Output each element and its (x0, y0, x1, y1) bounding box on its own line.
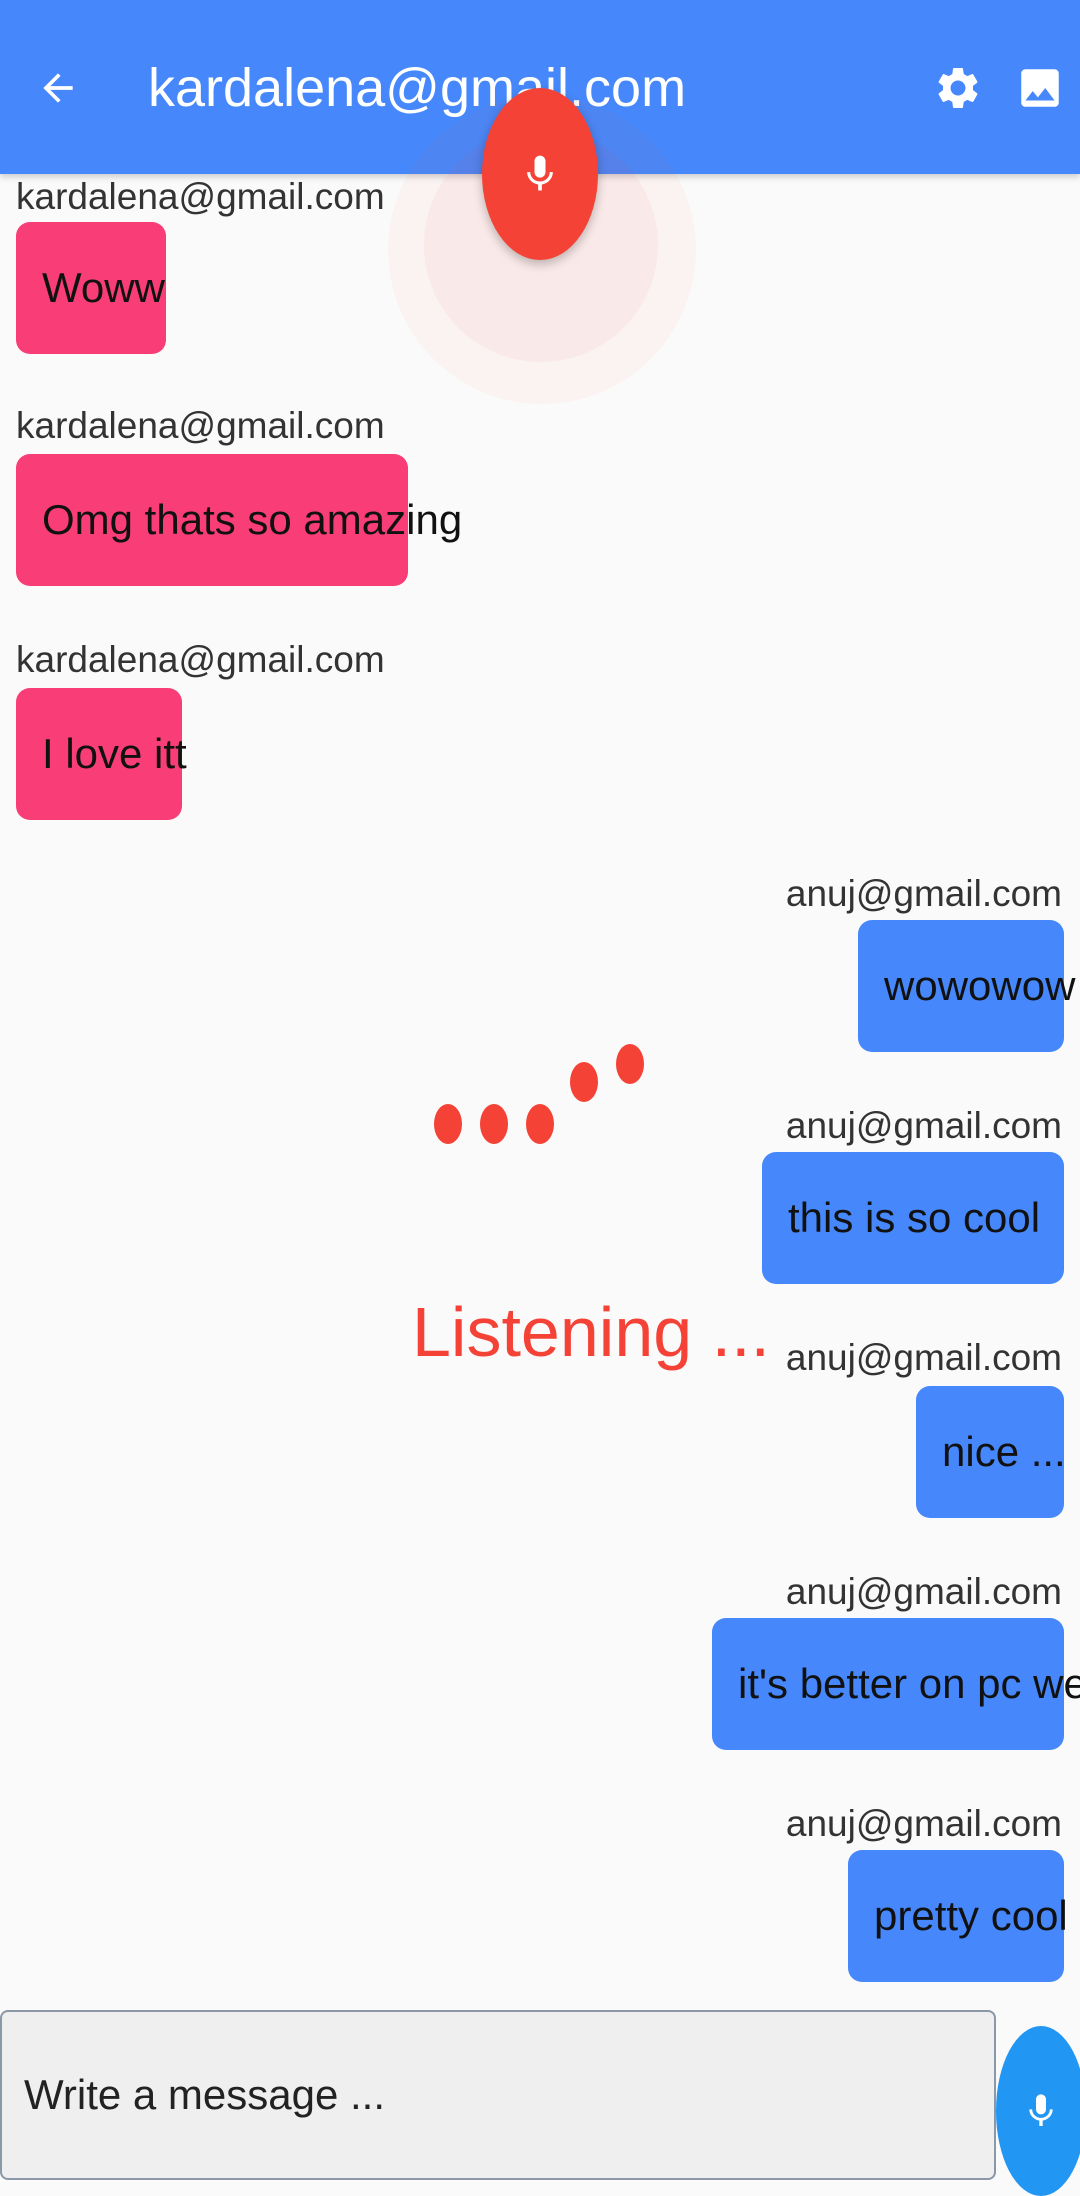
listening-dot (570, 1062, 598, 1102)
message-sender: kardalena@gmail.com (16, 405, 385, 446)
message-sender: kardalena@gmail.com (16, 639, 385, 680)
gear-icon[interactable] (926, 54, 990, 122)
message-sender: anuj@gmail.com (785, 1803, 1062, 1844)
image-icon[interactable] (1008, 54, 1072, 122)
message-sender: anuj@gmail.com (785, 1571, 1062, 1612)
message-bubble-outgoing[interactable]: it's better on pc web (712, 1618, 1080, 1750)
message-bubble-outgoing[interactable]: nice ... (916, 1386, 1066, 1518)
message-bubble-incoming[interactable]: Woww (16, 222, 166, 354)
listening-dot (434, 1104, 462, 1144)
message-bubble-incoming[interactable]: Omg thats so amazing (16, 454, 462, 586)
microphone-icon (527, 155, 553, 191)
message-sender: anuj@gmail.com (785, 1105, 1062, 1146)
message-bubble-outgoing[interactable]: this is so cool (762, 1152, 1064, 1284)
composer-mic-button[interactable] (996, 2026, 1080, 2196)
message-bubble-incoming[interactable]: I love itt (16, 688, 187, 820)
voice-mic-button[interactable] (482, 88, 598, 260)
message-bubble-outgoing[interactable]: pretty cool (848, 1850, 1068, 1982)
back-arrow-icon[interactable] (28, 50, 88, 126)
message-bubble-outgoing[interactable]: wowowow (858, 920, 1075, 1052)
message-sender: anuj@gmail.com (785, 1337, 1062, 1378)
listening-dot (616, 1044, 644, 1084)
listening-status: Listening ... (412, 1293, 770, 1371)
listening-dot (480, 1104, 508, 1144)
microphone-icon (1029, 2094, 1053, 2126)
message-input[interactable] (0, 2010, 996, 2180)
listening-dot (526, 1104, 554, 1144)
message-sender: kardalena@gmail.com (16, 176, 385, 217)
message-sender: anuj@gmail.com (785, 873, 1062, 914)
